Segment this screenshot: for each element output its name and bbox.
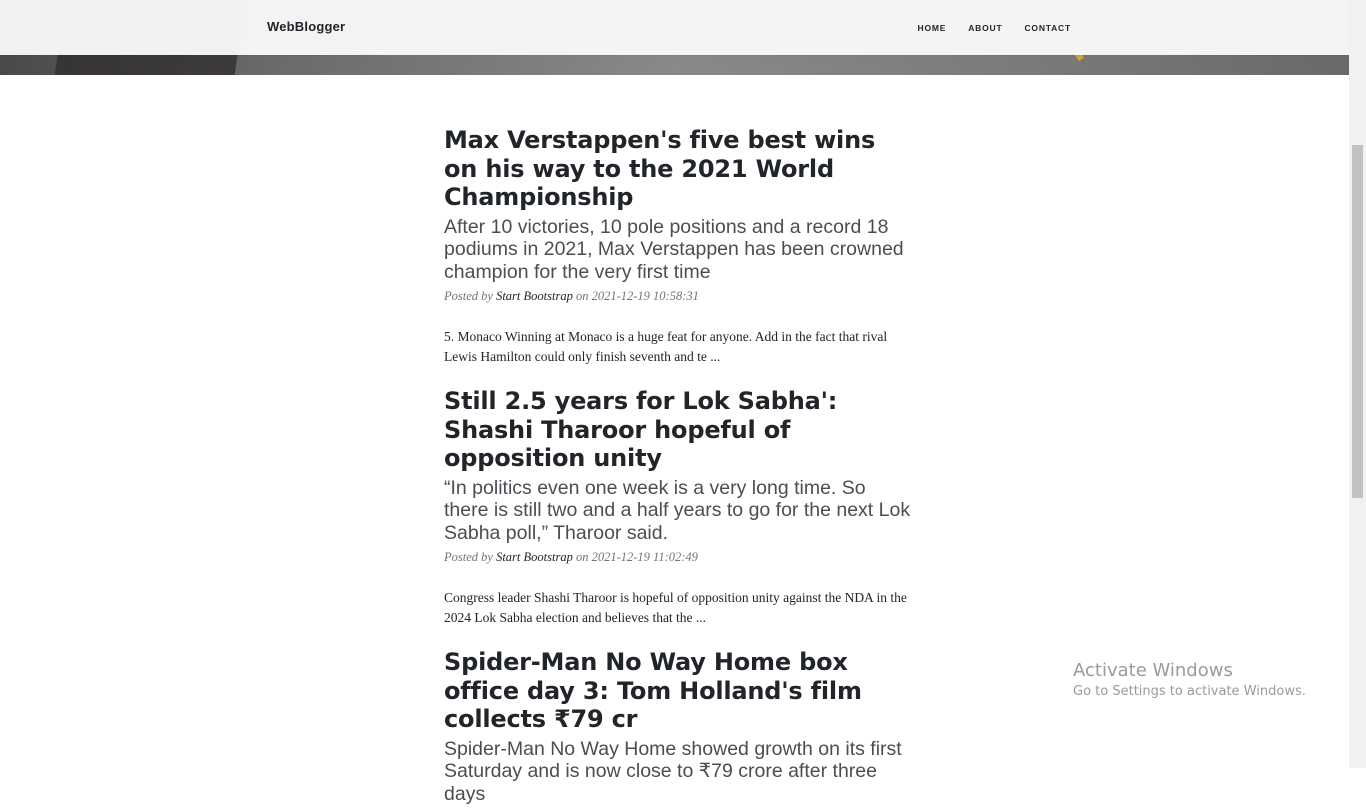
post-subtitle[interactable]: After 10 victories, 10 pole positions an… (444, 216, 914, 284)
nav-about-link[interactable]: ABOUT (968, 23, 1002, 33)
post-date: 2021-12-19 10:58:31 (591, 289, 699, 303)
watermark-subtitle: Go to Settings to activate Windows. (1073, 684, 1306, 699)
post-subtitle[interactable]: “In politics even one week is a very lon… (444, 477, 914, 545)
post-meta: Posted by Start Bootstrap on 2021-12-19 … (444, 287, 914, 305)
nav-links: HOME ABOUT CONTACT (896, 23, 1071, 33)
post-subtitle[interactable]: Spider-Man No Way Home showed growth on … (444, 738, 914, 806)
watermark-title: Activate Windows (1073, 660, 1233, 681)
navbar: WebBlogger HOME ABOUT CONTACT (0, 0, 1349, 55)
meta-prefix: Posted by (444, 550, 493, 564)
author-link[interactable]: Start Bootstrap (496, 289, 573, 303)
post-preview: Still 2.5 years for Lok Sabha': Shashi T… (444, 387, 914, 628)
author-link[interactable]: Start Bootstrap (496, 550, 573, 564)
post-title-link[interactable]: Max Verstappen's five best wins on his w… (444, 126, 914, 212)
scrollbar-thumb[interactable] (1352, 145, 1363, 498)
nav-home-link[interactable]: HOME (918, 23, 947, 33)
page-scrollbar[interactable] (1349, 0, 1366, 768)
post-list: Max Verstappen's five best wins on his w… (444, 126, 914, 809)
windows-activation-watermark: Activate Windows Go to Settings to activ… (1073, 660, 1306, 702)
brand-link[interactable]: WebBlogger (267, 19, 345, 34)
post-excerpt: 5. Monaco Winning at Monaco is a huge fe… (444, 329, 888, 364)
post-date: 2021-12-19 11:02:49 (591, 550, 698, 564)
post-excerpt: Congress leader Shashi Tharoor is hopefu… (444, 590, 907, 625)
post-title-link[interactable]: Spider-Man No Way Home box office day 3:… (444, 648, 914, 734)
post-meta: Posted by Start Bootstrap on 2021-12-19 … (444, 548, 914, 566)
meta-on: on (575, 289, 589, 303)
meta-on: on (575, 550, 589, 564)
post-preview: Max Verstappen's five best wins on his w… (444, 126, 914, 367)
nav-contact-link[interactable]: CONTACT (1024, 23, 1071, 33)
post-preview: Spider-Man No Way Home box office day 3:… (444, 648, 914, 805)
post-title-link[interactable]: Still 2.5 years for Lok Sabha': Shashi T… (444, 387, 914, 473)
meta-prefix: Posted by (444, 289, 493, 303)
